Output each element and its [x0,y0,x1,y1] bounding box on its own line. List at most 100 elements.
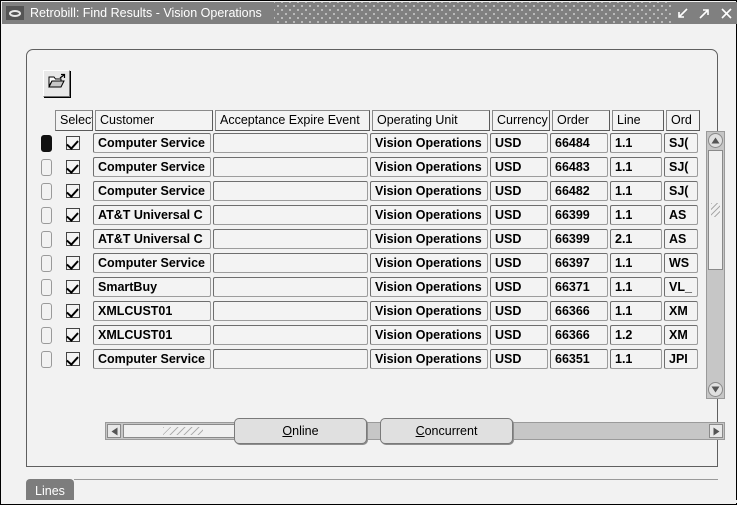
column-header-acceptance-expire-event[interactable]: Acceptance Expire Event [215,109,370,131]
select-checkbox[interactable] [66,328,80,342]
cell-operating-unit[interactable]: Vision Operations [370,277,488,297]
cell-acceptance-expire-event[interactable] [213,181,368,201]
cell-line[interactable]: 1.1 [610,181,662,201]
cell-operating-unit[interactable]: Vision Operations [370,325,488,345]
cell-line[interactable]: 1.1 [610,157,662,177]
cell-acceptance-expire-event[interactable] [213,229,368,249]
record-indicator[interactable] [41,230,52,248]
cell-customer[interactable]: XMLCUST01 [93,325,211,345]
cell-customer[interactable]: AT&T Universal C [93,205,211,225]
cell-operating-unit[interactable]: Vision Operations [370,205,488,225]
column-header-line[interactable]: Line [612,109,664,131]
cell-order[interactable]: 66397 [550,253,608,273]
select-checkbox[interactable] [66,232,80,246]
cell-operating-unit[interactable]: Vision Operations [370,301,488,321]
cell-line[interactable]: 1.1 [610,349,662,369]
select-checkbox[interactable] [66,208,80,222]
table-row[interactable]: Computer Service Vision Operations USD 6635… [41,347,706,371]
table-row[interactable]: XMLCUST01 Vision Operations USD 66366 1.2 XM [41,323,706,347]
select-checkbox-cell[interactable] [55,136,91,150]
horizontal-scroll-thumb[interactable] [123,424,243,438]
select-checkbox-cell[interactable] [55,352,91,366]
cell-currency[interactable]: USD [490,301,548,321]
select-checkbox[interactable] [66,184,80,198]
cell-ord[interactable]: JPI [664,349,698,369]
select-checkbox-cell[interactable] [55,160,91,174]
cell-operating-unit[interactable]: Vision Operations [370,253,488,273]
cell-line[interactable]: 1.1 [610,253,662,273]
select-checkbox[interactable] [66,136,80,150]
cell-currency[interactable]: USD [490,349,548,369]
vertical-scroll-thumb[interactable] [708,150,723,270]
cell-customer[interactable]: XMLCUST01 [93,301,211,321]
table-row[interactable]: Computer Service Vision Operations USD 6639… [41,251,706,275]
cell-acceptance-expire-event[interactable] [213,253,368,273]
record-indicator[interactable] [41,278,52,296]
record-indicator[interactable] [41,134,52,152]
cell-customer[interactable]: Computer Service [93,157,211,177]
cell-acceptance-expire-event[interactable] [213,349,368,369]
cell-acceptance-expire-event[interactable] [213,205,368,225]
minimize-button[interactable] [671,2,693,24]
cell-order[interactable]: 66366 [550,301,608,321]
cell-currency[interactable]: USD [490,325,548,345]
record-indicator[interactable] [41,350,52,368]
record-indicator[interactable] [41,182,52,200]
select-checkbox-cell[interactable] [55,280,91,294]
cell-ord[interactable]: VL_ [664,277,698,297]
concurrent-button[interactable]: Concurrent [380,418,513,444]
record-indicator[interactable] [41,254,52,272]
cell-acceptance-expire-event[interactable] [213,157,368,177]
cell-currency[interactable]: USD [490,229,548,249]
select-checkbox-cell[interactable] [55,256,91,270]
scroll-down-arrow-icon[interactable] [708,382,723,397]
cell-operating-unit[interactable]: Vision Operations [370,229,488,249]
table-row[interactable]: Computer Service Vision Operations USD 6648… [41,179,706,203]
select-checkbox-cell[interactable] [55,208,91,222]
cell-customer[interactable]: Computer Service [93,349,211,369]
online-button[interactable]: Online [234,418,367,444]
column-header-operating-unit[interactable]: Operating Unit [372,109,490,131]
cell-customer[interactable]: SmartBuy [93,277,211,297]
cell-customer[interactable]: AT&T Universal C [93,229,211,249]
maximize-button[interactable] [693,2,715,24]
column-header-ord[interactable]: Ord [666,109,700,131]
table-row[interactable]: AT&T Universal C Vision Operations USD 6639… [41,227,706,251]
cell-acceptance-expire-event[interactable] [213,277,368,297]
cell-order[interactable]: 66484 [550,133,608,153]
record-indicator[interactable] [41,206,52,224]
column-header-currency[interactable]: Currency [492,109,550,131]
close-button[interactable] [715,2,737,24]
table-row[interactable]: AT&T Universal C Vision Operations USD 6639… [41,203,706,227]
cell-ord[interactable]: AS [664,229,698,249]
cell-ord[interactable]: XM [664,301,698,321]
cell-ord[interactable]: SJ( [664,181,698,201]
cell-line[interactable]: 1.2 [610,325,662,345]
tab-lines[interactable]: Lines [26,479,74,502]
record-indicator[interactable] [41,302,52,320]
scroll-right-arrow-icon[interactable] [709,424,723,438]
scroll-left-arrow-icon[interactable] [107,424,121,438]
cell-acceptance-expire-event[interactable] [213,133,368,153]
cell-acceptance-expire-event[interactable] [213,325,368,345]
cell-operating-unit[interactable]: Vision Operations [370,133,488,153]
select-checkbox[interactable] [66,160,80,174]
cell-line[interactable]: 1.1 [610,277,662,297]
cell-ord[interactable]: WS [664,253,698,273]
cell-order[interactable]: 66399 [550,229,608,249]
record-indicator[interactable] [41,158,52,176]
table-row[interactable]: SmartBuy Vision Operations USD 66371 1.1 VL_ [41,275,706,299]
cell-customer[interactable]: Computer Service [93,253,211,273]
cell-currency[interactable]: USD [490,157,548,177]
select-checkbox[interactable] [66,304,80,318]
cell-currency[interactable]: USD [490,253,548,273]
open-folder-button[interactable] [43,70,70,97]
column-header-order[interactable]: Order [552,109,610,131]
cell-ord[interactable]: SJ( [664,157,698,177]
cell-operating-unit[interactable]: Vision Operations [370,349,488,369]
cell-line[interactable]: 1.1 [610,133,662,153]
cell-order[interactable]: 66483 [550,157,608,177]
cell-order[interactable]: 66482 [550,181,608,201]
cell-order[interactable]: 66371 [550,277,608,297]
cell-order[interactable]: 66399 [550,205,608,225]
